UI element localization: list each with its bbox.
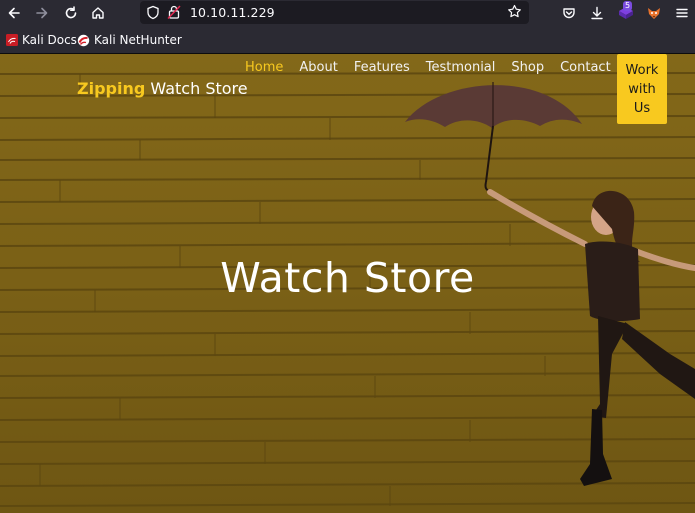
nav-home[interactable]: Home <box>245 60 283 75</box>
foxyproxy-icon[interactable] <box>643 3 665 23</box>
bookmark-kali-nethunter[interactable]: Kali NetHunter <box>77 31 182 49</box>
kali-docs-icon <box>6 34 18 46</box>
web-page: Zipping Watch Store Home About Features … <box>0 54 695 513</box>
browser-toolbar: 10.10.11.229 5 <box>0 0 695 27</box>
url-text[interactable]: 10.10.11.229 <box>190 5 275 20</box>
back-icon[interactable] <box>3 3 25 23</box>
nav-features[interactable]: Features <box>354 60 410 75</box>
nav-testmonial[interactable]: Testmonial <box>426 60 496 75</box>
bookmarks-toolbar: Kali Docs Kali NetHunter <box>0 27 695 54</box>
extension-badge: 5 <box>623 1 633 11</box>
main-nav: Home About Features Testmonial Shop Cont… <box>245 60 627 75</box>
kali-nethunter-icon <box>77 34 90 47</box>
nav-contact[interactable]: Contact <box>560 60 611 75</box>
insecure-lock-icon[interactable] <box>167 4 181 24</box>
brand-highlight: Zipping <box>77 79 146 98</box>
shield-icon[interactable] <box>146 5 160 24</box>
bookmark-star-icon[interactable] <box>507 4 522 23</box>
pocket-icon[interactable] <box>558 3 580 23</box>
home-icon[interactable] <box>87 3 109 23</box>
nav-shop[interactable]: Shop <box>511 60 544 75</box>
extension-icon[interactable]: 5 <box>615 1 637 23</box>
bookmark-label: Kali NetHunter <box>94 33 182 47</box>
brand-name: Watch Store <box>150 79 248 98</box>
downloads-icon[interactable] <box>586 3 608 23</box>
menu-icon[interactable] <box>671 3 693 23</box>
work-with-us-button[interactable]: Work with Us <box>617 54 667 124</box>
work-with-us-label: Work with Us <box>625 62 659 116</box>
hero-title: Watch Store <box>220 254 475 302</box>
site-brand[interactable]: Zipping Watch Store <box>77 79 248 98</box>
bookmark-kali-docs[interactable]: Kali Docs <box>6 31 77 49</box>
url-bar[interactable]: 10.10.11.229 <box>140 1 529 24</box>
forward-icon[interactable] <box>31 3 53 23</box>
reload-icon[interactable] <box>60 3 82 23</box>
nav-about[interactable]: About <box>299 60 337 75</box>
bookmark-label: Kali Docs <box>22 33 77 47</box>
